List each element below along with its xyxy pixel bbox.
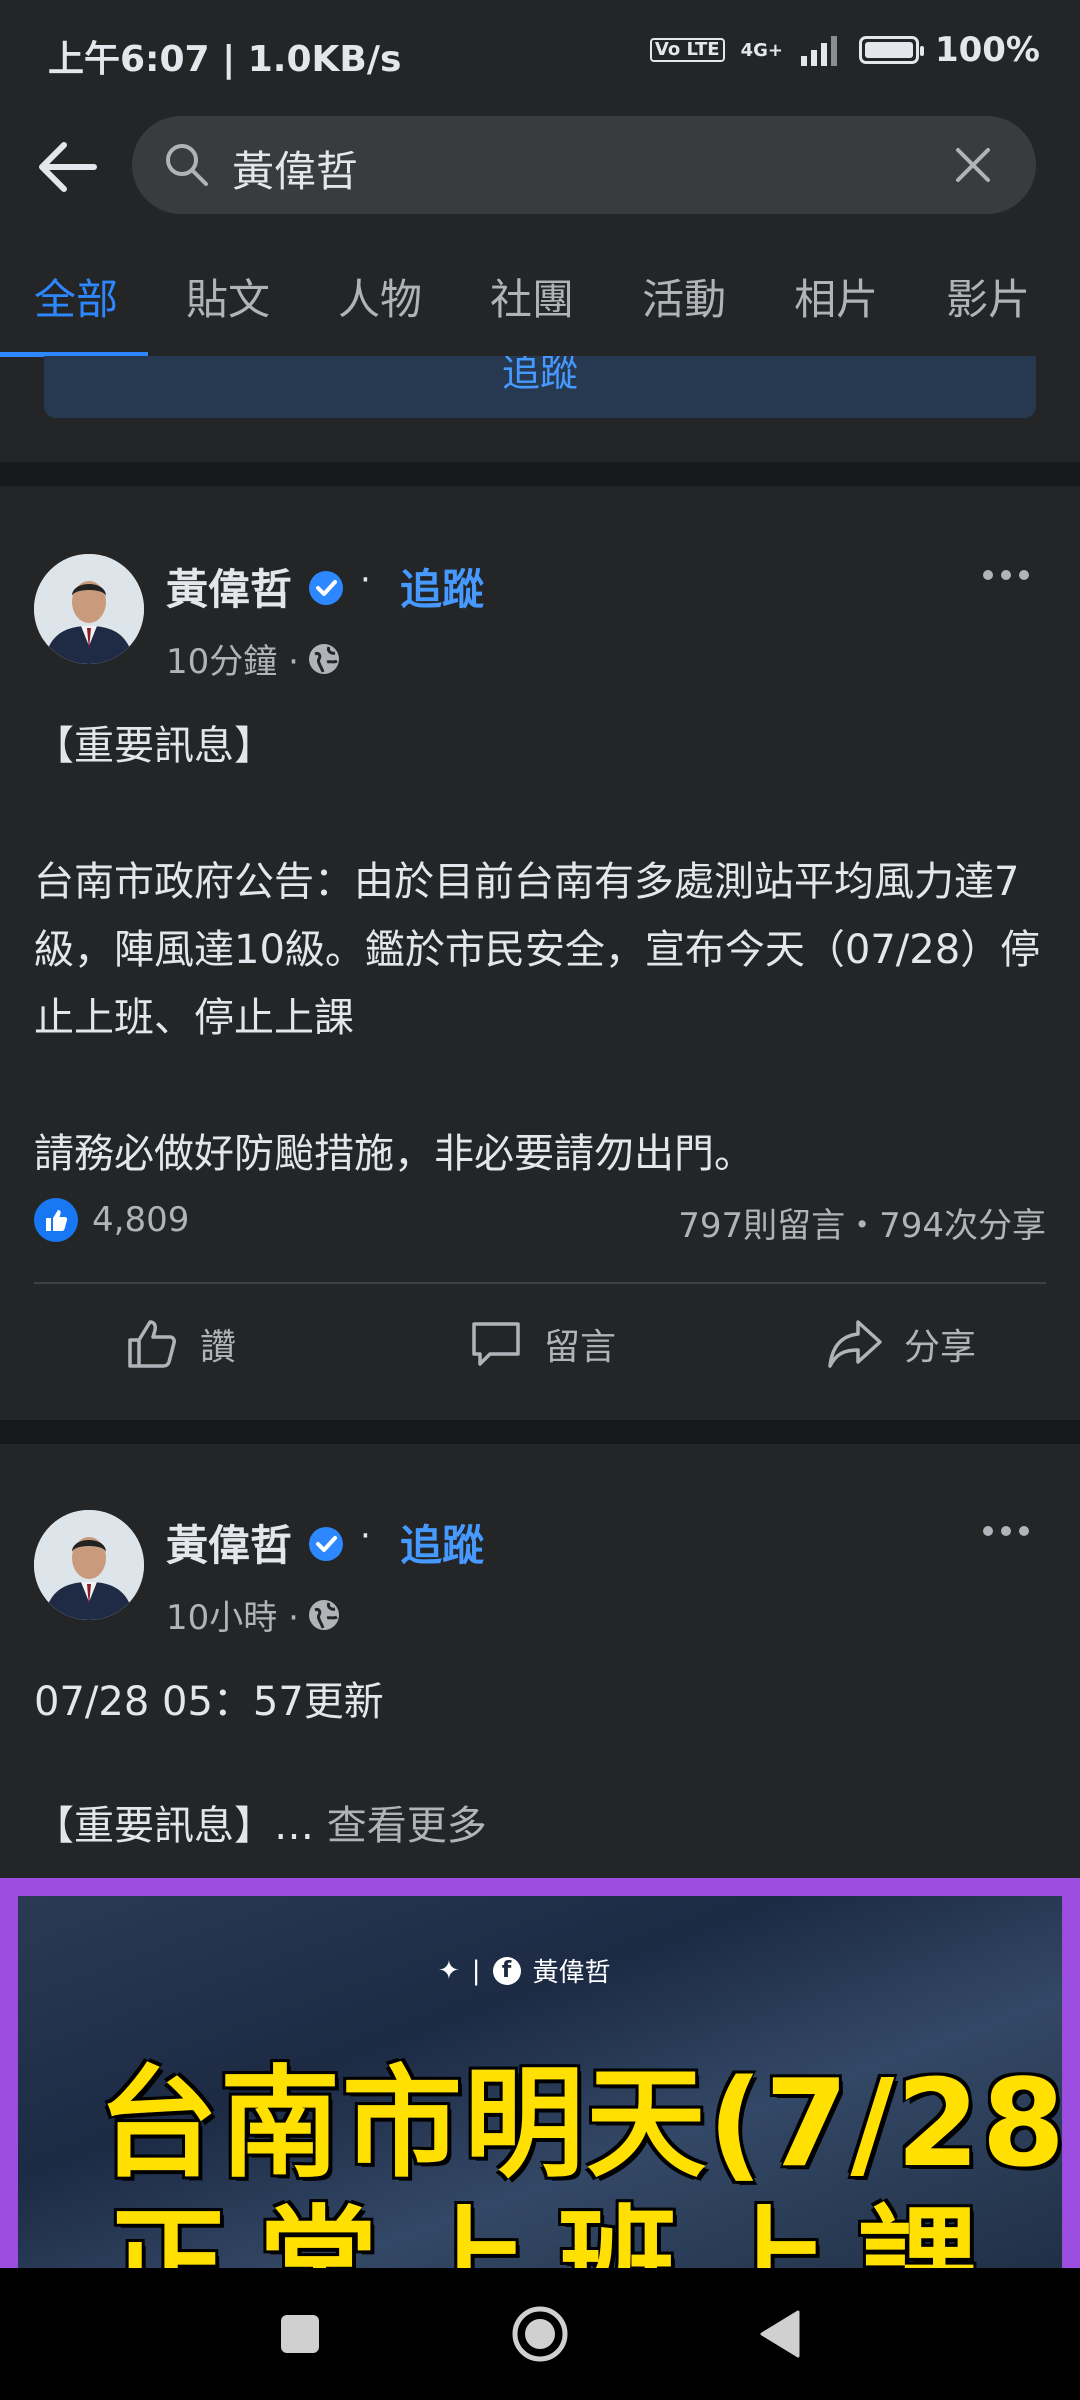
verified-badge-icon [309,571,343,605]
search-filter-tabs: 全部 貼文 人物 社團 活動 相片 影片 粉 [0,250,1080,360]
tab-events[interactable]: 活動 [608,250,760,360]
post-image[interactable]: ✦ | f 黃偉哲 台南市明天(7/28) 正常上班上課 [0,1878,1080,2268]
separator-dot: · [360,1516,371,1556]
follow-button-label: 追蹤 [501,356,578,395]
post-image-content: ✦ | f 黃偉哲 台南市明天(7/28) 正常上班上課 [18,1896,1062,2268]
tab-people[interactable]: 人物 [304,250,456,360]
volte-icon: Vo LTE [649,38,725,62]
like-count: 4,809 [92,1200,190,1240]
comment-label: 留言 [544,1327,617,1368]
section-divider [0,462,1080,486]
square-icon [281,2315,319,2353]
status-indicators: Vo LTE 4G+ 100% [649,30,1040,70]
status-time: 上午6:07 | 1.0KB/s [48,39,402,80]
battery-icon [858,36,924,64]
avatar[interactable] [34,554,144,664]
signal-icon [800,36,837,66]
tab-posts[interactable]: 貼文 [152,250,304,360]
comment-button[interactable]: 留言 [468,1316,616,1372]
reaction-summary[interactable]: 4,809 [34,1198,189,1242]
more-options-button[interactable] [966,545,1046,605]
post-meta: 10小時 · [166,1590,341,1639]
comment-share-counts[interactable]: 797則留言・794次分享 [678,1198,1046,1247]
post-body-preview: 【重要訊息】… 查看更多 [34,1792,487,1860]
avatar[interactable] [34,1510,144,1620]
more-options-button[interactable] [966,1501,1046,1561]
share-label: 分享 [904,1327,977,1368]
back-button[interactable] [30,130,104,204]
post-body-truncated: 【重要訊息】… [34,1803,314,1849]
post-meta: 10分鐘 · [166,634,341,683]
battery-percent: 100% [934,30,1040,70]
post-body-line: 07/28 05：57更新 [34,1679,384,1725]
post-body: 【重要訊息】 台南市政府公告：由於目前台南有多處測站平均風力達7級，陣風達10級… [34,723,1041,1177]
search-query: 黃偉哲 [232,147,359,196]
circle-icon [512,2306,568,2362]
comment-icon [472,1322,520,1366]
recents-button[interactable] [255,2289,345,2379]
close-icon [956,148,990,182]
home-button[interactable] [495,2289,585,2379]
tab-photos[interactable]: 相片 [760,250,912,360]
globe-icon [308,1599,339,1630]
tab-all[interactable]: 全部 [0,250,152,360]
like-button[interactable]: 讚 [124,1316,236,1372]
status-bar: 上午6:07 | 1.0KB/s Vo LTE 4G+ 100% [0,0,1080,110]
section-divider [0,1420,1080,1444]
tab-groups[interactable]: 社團 [456,250,608,360]
avatar-photo [34,554,144,664]
see-more-link[interactable]: 查看更多 [314,1803,487,1849]
back-nav-button[interactable] [735,2289,825,2379]
share-button[interactable]: 分享 [826,1316,976,1372]
thumbs-up-icon [128,1320,176,1368]
post-time: 10分鐘 · [166,642,299,682]
back-arrow-icon [39,142,97,192]
share-icon [828,1320,882,1368]
like-reaction-icon [34,1198,78,1242]
clear-search-button[interactable] [946,138,1000,192]
image-brand-name: 黃偉哲 [532,1958,611,1988]
search-input[interactable]: 黃偉哲 [132,116,1036,214]
triangle-back-icon [760,2310,800,2358]
separator-dot: · [360,560,371,600]
follow-link[interactable]: 追蹤 [400,1512,484,1573]
post-time: 10小時 · [166,1598,299,1638]
verified-badge-icon [309,1527,343,1561]
network-type: 4G+ [740,39,783,61]
tab-videos[interactable]: 影片 [912,250,1064,360]
facebook-icon: f [492,1956,521,1985]
bird-logo-icon: ✦ [438,1955,460,1986]
post-author[interactable]: 黃偉哲 [166,1512,292,1573]
tab-pages[interactable]: 粉 [1064,250,1080,360]
divider [34,1282,1046,1284]
avatar-photo [34,1510,144,1620]
post-author[interactable]: 黃偉哲 [166,556,292,617]
follow-button[interactable]: 追蹤 [44,356,1036,418]
image-brand: ✦ | f 黃偉哲 [438,1952,611,1989]
image-subheadline: 正常上班上課 [108,2195,1008,2268]
like-label: 讚 [200,1327,237,1368]
globe-icon [308,643,339,674]
follow-link[interactable]: 追蹤 [400,556,484,617]
system-navigation-bar [0,2268,1080,2400]
search-icon [166,144,208,186]
